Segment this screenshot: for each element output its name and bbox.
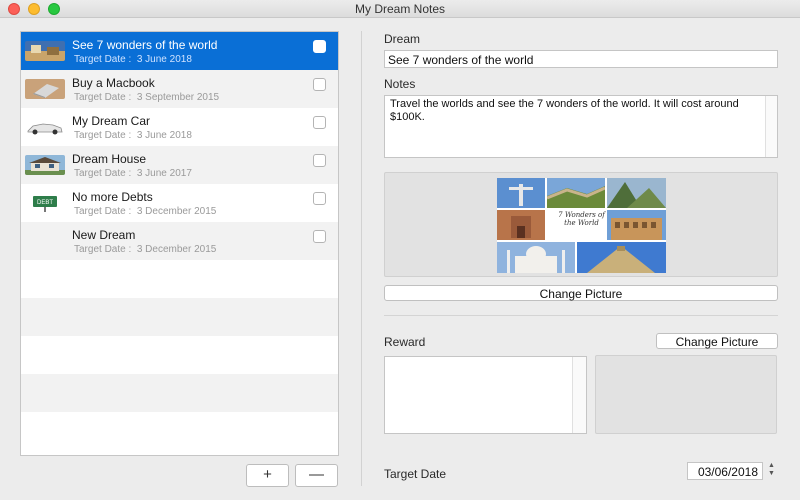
empty-list-row [21,298,338,336]
dream-list-item[interactable]: DEBT No more Debts Target Date : 3 Decem… [21,184,338,222]
dream-name-field[interactable]: See 7 wonders of the world [384,50,778,68]
reward-textarea[interactable] [384,356,587,434]
dream-label: Dream [384,32,421,46]
app-window: My Dream Notes See 7 wonders of the worl… [0,0,800,500]
dream-target-date: Target Date : 3 December 2015 [74,244,217,255]
chichen-itza-tile [577,242,666,273]
svg-text:DEBT: DEBT [37,200,53,206]
dream-list[interactable]: See 7 wonders of the world Target Date :… [20,31,339,456]
dream-title: New Dream [72,228,136,242]
target-date-label: Target Date [384,467,447,481]
dream-list-item[interactable]: See 7 wonders of the world Target Date :… [21,32,338,70]
petra-tile [497,210,545,240]
notes-scrollbar[interactable] [765,96,777,157]
dream-target-date: Target Date : 3 June 2018 [74,130,192,141]
great-wall-tile [547,178,605,208]
dream-list-item[interactable]: Buy a Macbook Target Date : 3 September … [21,70,338,108]
dream-target-date: Target Date : 3 June 2017 [74,168,192,179]
dream-list-item[interactable]: Dream House Target Date : 3 June 2017 [21,146,338,184]
dream-done-checkbox[interactable] [313,40,326,53]
car-thumbnail-icon [25,117,65,137]
reward-picture-well[interactable] [595,355,777,434]
dream-title: No more Debts [72,190,153,204]
empty-list-row [21,336,338,374]
dream-list-item[interactable]: New Dream Target Date : 3 December 2015 [21,222,338,260]
notes-textarea[interactable]: Travel the worlds and see the 7 wonders … [384,95,778,158]
house-thumbnail-icon [25,155,65,175]
dream-picture: 7 Wonders of the World [497,178,666,273]
dream-done-checkbox[interactable] [313,154,326,167]
machu-picchu-tile [607,178,666,208]
reward-scrollbar[interactable] [572,357,586,433]
remove-dream-button[interactable]: — [295,464,338,487]
dream-title: Buy a Macbook [72,76,155,90]
wonders-thumbnail-icon [25,41,65,61]
change-reward-picture-button[interactable]: Change Picture [656,333,778,349]
dream-target-date: Target Date : 3 December 2015 [74,206,217,217]
dream-target-date: Target Date : 3 September 2015 [74,92,220,103]
dream-title: See 7 wonders of the world [72,38,218,52]
dream-list-item[interactable]: My Dream Car Target Date : 3 June 2018 [21,108,338,146]
dream-done-checkbox[interactable] [313,116,326,129]
christ-redeemer-tile [497,178,545,208]
dream-done-checkbox[interactable] [313,78,326,91]
notes-text: Travel the worlds and see the 7 wonders … [390,98,739,123]
dream-title: Dream House [72,152,147,166]
target-date-field[interactable]: 03/06/2018 [687,462,763,480]
reward-label: Reward [384,335,426,349]
dream-target-date: Target Date : 3 June 2018 [74,54,192,65]
title-bar: My Dream Notes [0,0,800,18]
chevron-down-icon[interactable]: ▼ [766,470,777,478]
split-view-divider[interactable] [361,31,362,486]
dream-done-checkbox[interactable] [313,192,326,205]
empty-list-row [21,374,338,412]
add-dream-button[interactable]: + [246,464,289,487]
target-date-stepper[interactable]: ▲ ▼ [766,462,777,480]
dream-title: My Dream Car [72,114,151,128]
macbook-thumbnail-icon [25,79,65,99]
taj-mahal-tile [497,242,575,273]
empty-list-row [21,412,338,450]
section-divider [384,315,778,316]
empty-list-row [21,260,338,298]
dream-picture-well[interactable]: 7 Wonders of the World [384,172,778,277]
notes-label: Notes [384,77,416,91]
change-dream-picture-button[interactable]: Change Picture [384,285,778,301]
debt-sign-thumbnail-icon: DEBT [25,193,65,213]
colosseum-tile [607,210,666,240]
dream-done-checkbox[interactable] [313,230,326,243]
chevron-up-icon[interactable]: ▲ [766,462,777,470]
collage-caption: 7 Wonders of the World [558,211,605,227]
window-title: My Dream Notes [354,2,446,16]
